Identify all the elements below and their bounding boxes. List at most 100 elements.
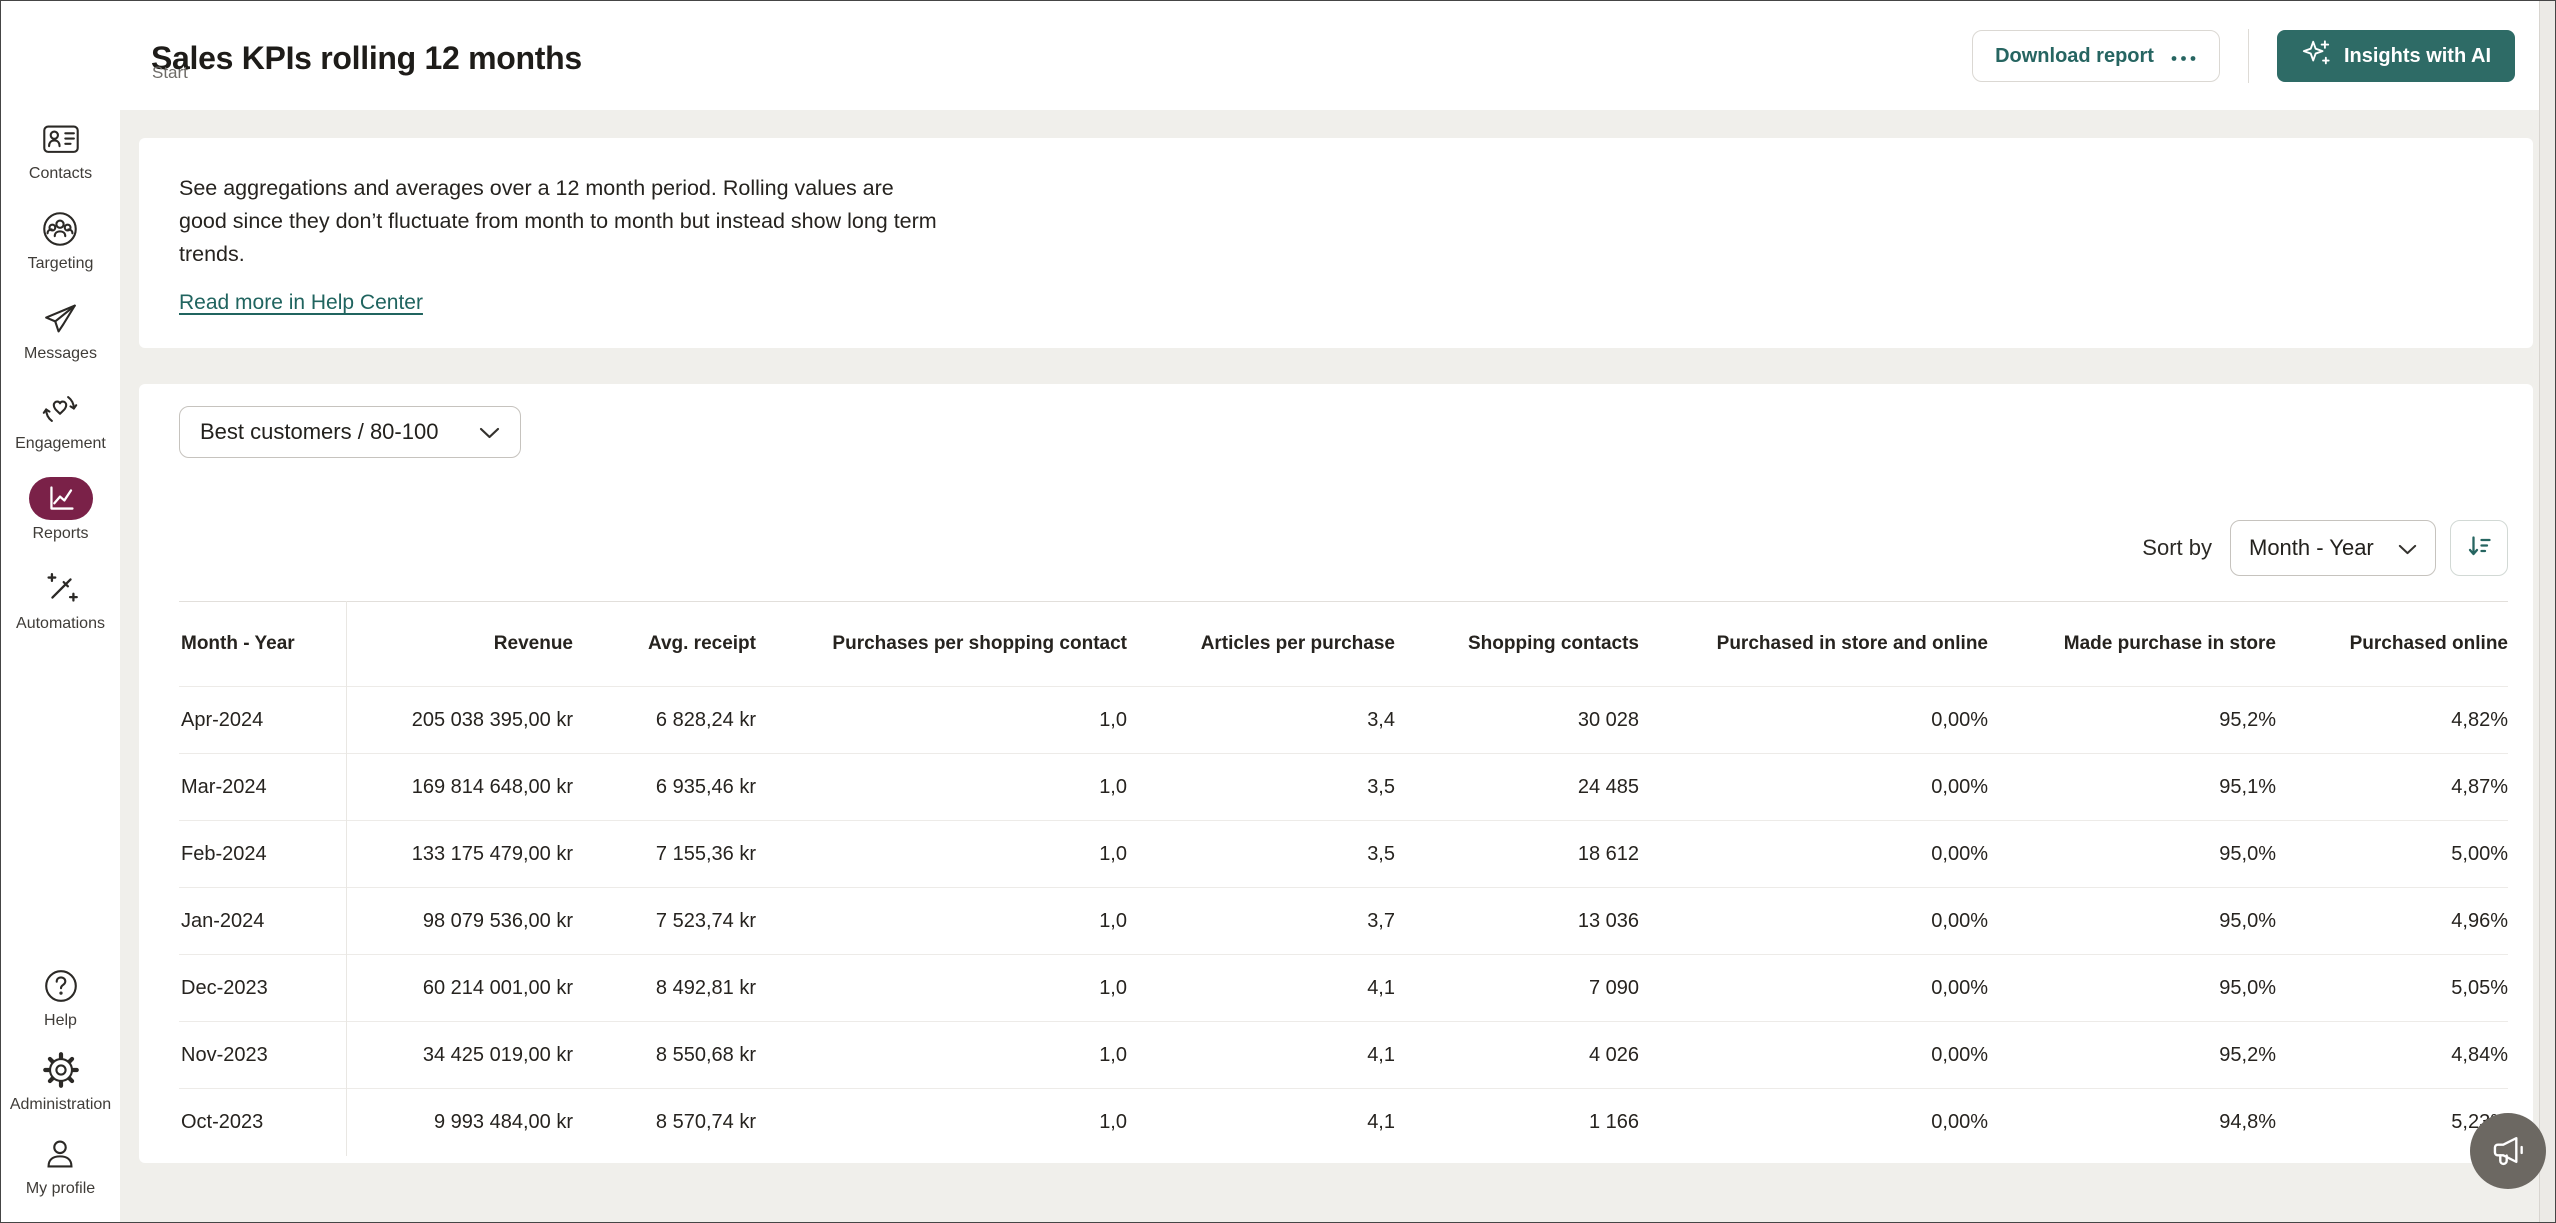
table-row: Apr-2024 205 038 395,00 kr 6 828,24 kr 1… <box>179 687 2508 754</box>
sort-dropdown[interactable]: Month - Year <box>2230 520 2436 576</box>
report-card: Best customers / 80-100 Sort by Month - … <box>139 384 2533 1163</box>
sidebar-item-reports[interactable]: Reports <box>29 477 93 543</box>
cell-made-purchase-store: 94,8% <box>1988 1089 2276 1156</box>
person-icon <box>28 1132 92 1175</box>
cell-made-purchase-store: 95,0% <box>1988 888 2276 955</box>
sidebar-main-nav: Contacts Targeting <box>1 117 120 657</box>
sidebar-item-administration[interactable]: Administration <box>10 1048 111 1114</box>
cell-purchased-online: 4,96% <box>2276 888 2508 955</box>
column-header: Made purchase in store <box>1988 602 2276 687</box>
cell-purchases-per-contact: 1,0 <box>756 821 1127 888</box>
column-header: Revenue <box>346 602 573 687</box>
cell-shopping-contacts: 1 166 <box>1395 1089 1639 1156</box>
download-report-button[interactable]: Download report <box>1972 30 2220 82</box>
cell-shopping-contacts: 18 612 <box>1395 821 1639 888</box>
cell-articles-per-purchase: 4,1 <box>1127 955 1395 1022</box>
kebab-menu-icon[interactable] <box>2170 45 2197 68</box>
cell-purchased-online: 5,05% <box>2276 955 2508 1022</box>
segment-dropdown[interactable]: Best customers / 80-100 <box>179 406 521 458</box>
column-header: Purchased online <box>2276 602 2508 687</box>
people-circle-icon <box>28 207 92 250</box>
magic-wand-icon <box>29 567 93 610</box>
cell-made-purchase-store: 95,0% <box>1988 821 2276 888</box>
vertical-scrollbar[interactable] <box>2539 1 2555 1223</box>
contact-card-icon <box>29 117 93 160</box>
cell-avg-receipt: 8 492,81 kr <box>573 955 756 1022</box>
sidebar-item-label: Messages <box>24 345 97 363</box>
cell-revenue: 9 993 484,00 kr <box>346 1089 573 1156</box>
cell-purchased-online: 5,00% <box>2276 821 2508 888</box>
column-header: Articles per purchase <box>1127 602 1395 687</box>
cell-purchased-store-online: 0,00% <box>1639 1022 1988 1089</box>
heart-sync-icon <box>28 387 92 430</box>
sort-dropdown-value: Month - Year <box>2249 535 2374 561</box>
cell-purchased-online: 4,82% <box>2276 687 2508 754</box>
cell-made-purchase-store: 95,1% <box>1988 754 2276 821</box>
sort-direction-button[interactable] <box>2450 520 2508 576</box>
cell-made-purchase-store: 95,2% <box>1988 1022 2276 1089</box>
header-row: Month - Year Revenue Avg. receipt Purcha… <box>179 602 2508 687</box>
sidebar-item-messages[interactable]: Messages <box>24 297 97 363</box>
column-header: Month - Year <box>179 602 346 687</box>
sidebar-item-label: My profile <box>26 1180 95 1198</box>
cell-month: Jan-2024 <box>179 888 346 955</box>
sidebar-item-label: Help <box>44 1012 77 1030</box>
chevron-down-icon <box>479 419 500 445</box>
cell-month: Dec-2023 <box>179 955 346 1022</box>
breadcrumb[interactable]: Start <box>152 63 188 83</box>
cell-revenue: 133 175 479,00 kr <box>346 821 573 888</box>
sort-descending-icon <box>2466 533 2493 563</box>
cell-avg-receipt: 7 155,36 kr <box>573 821 756 888</box>
description-card: See aggregations and averages over a 12 … <box>139 138 2533 348</box>
cell-purchases-per-contact: 1,0 <box>756 754 1127 821</box>
kpi-table-header: Month - Year Revenue Avg. receipt Purcha… <box>179 602 2508 687</box>
cell-month: Feb-2024 <box>179 821 346 888</box>
column-header: Purchased in store and online <box>1639 602 1988 687</box>
column-header: Avg. receipt <box>573 602 756 687</box>
sort-controls: Sort by Month - Year <box>179 520 2508 576</box>
column-header: Purchases per shopping contact <box>756 602 1127 687</box>
insights-with-ai-button[interactable]: Insights with AI <box>2277 30 2515 82</box>
cell-articles-per-purchase: 3,4 <box>1127 687 1395 754</box>
table-row: Oct-2023 9 993 484,00 kr 8 570,74 kr 1,0… <box>179 1089 2508 1156</box>
cell-avg-receipt: 8 570,74 kr <box>573 1089 756 1156</box>
cell-purchased-store-online: 0,00% <box>1639 955 1988 1022</box>
table-row: Feb-2024 133 175 479,00 kr 7 155,36 kr 1… <box>179 821 2508 888</box>
header-actions: Download report <box>1972 29 2515 83</box>
cell-month: Nov-2023 <box>179 1022 346 1089</box>
cell-revenue: 60 214 001,00 kr <box>346 955 573 1022</box>
sidebar-item-contacts[interactable]: Contacts <box>29 117 93 183</box>
cell-purchased-store-online: 0,00% <box>1639 888 1988 955</box>
sidebar-item-help[interactable]: Help <box>29 964 93 1030</box>
cell-shopping-contacts: 7 090 <box>1395 955 1639 1022</box>
announcements-fab[interactable] <box>2470 1113 2546 1189</box>
header-divider <box>2248 29 2249 83</box>
cell-shopping-contacts: 24 485 <box>1395 754 1639 821</box>
sidebar-item-label: Engagement <box>15 435 106 453</box>
cell-articles-per-purchase: 3,7 <box>1127 888 1395 955</box>
cell-month: Mar-2024 <box>179 754 346 821</box>
column-header: Shopping contacts <box>1395 602 1639 687</box>
question-circle-icon <box>29 964 93 1007</box>
sidebar-item-targeting[interactable]: Targeting <box>28 207 94 273</box>
ai-sparkle-icon <box>2301 38 2331 74</box>
cell-month: Oct-2023 <box>179 1089 346 1156</box>
sidebar-item-automations[interactable]: Automations <box>16 567 105 633</box>
sidebar-item-my-profile[interactable]: My profile <box>26 1132 95 1198</box>
chevron-down-icon <box>2398 535 2417 561</box>
sidebar-item-label: Contacts <box>29 165 92 183</box>
cell-shopping-contacts: 13 036 <box>1395 888 1639 955</box>
cell-articles-per-purchase: 4,1 <box>1127 1022 1395 1089</box>
cell-avg-receipt: 6 935,46 kr <box>573 754 756 821</box>
sidebar-bottom-nav: Help <box>1 964 120 1216</box>
paper-plane-icon <box>28 297 92 340</box>
cell-avg-receipt: 6 828,24 kr <box>573 687 756 754</box>
sidebar: Contacts Targeting <box>1 1 120 1223</box>
kpi-table: Month - Year Revenue Avg. receipt Purcha… <box>179 601 2508 1156</box>
cell-purchases-per-contact: 1,0 <box>756 1022 1127 1089</box>
sidebar-item-engagement[interactable]: Engagement <box>15 387 106 453</box>
cell-purchased-online: 4,84% <box>2276 1022 2508 1089</box>
cell-purchased-store-online: 0,00% <box>1639 687 1988 754</box>
help-center-link[interactable]: Read more in Help Center <box>179 291 423 315</box>
cell-purchased-store-online: 0,00% <box>1639 821 1988 888</box>
